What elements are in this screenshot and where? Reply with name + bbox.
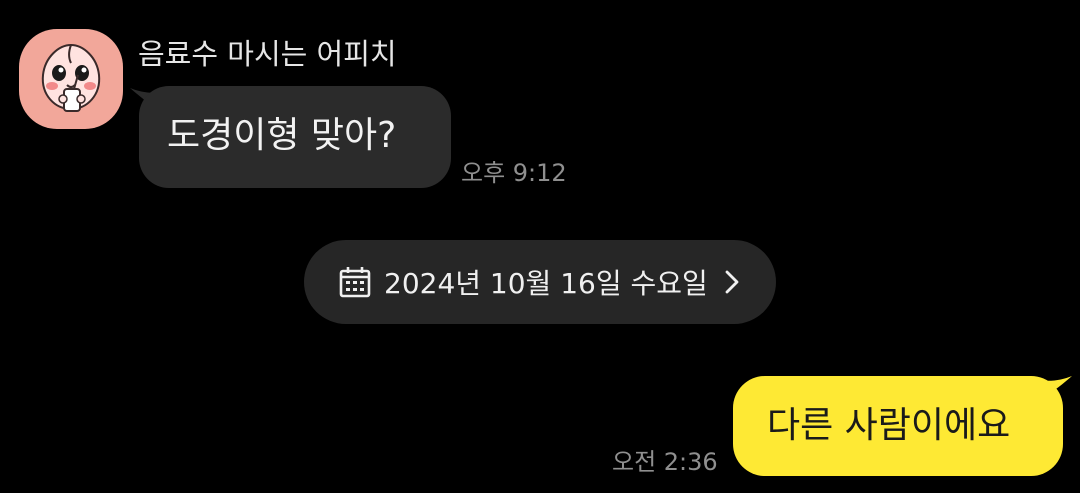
date-divider-button[interactable]: 2024년 10월 16일 수요일 [304,240,776,324]
sender-avatar[interactable] [19,29,123,129]
chevron-right-icon [725,270,739,294]
calendar-icon [339,267,371,298]
apeach-drinking-avatar-icon [41,43,101,112]
outgoing-message-bubble[interactable]: 다른 사람이에요 [733,376,1063,476]
outgoing-message-time: 오전 2:36 [612,448,718,476]
incoming-message-bubble[interactable]: 도경이형 맞아? [139,86,451,188]
incoming-message-time: 오후 9:12 [461,159,567,187]
sender-name: 음료수 마시는 어피치 [138,37,397,71]
date-divider-label: 2024년 10월 16일 수요일 [384,267,708,300]
